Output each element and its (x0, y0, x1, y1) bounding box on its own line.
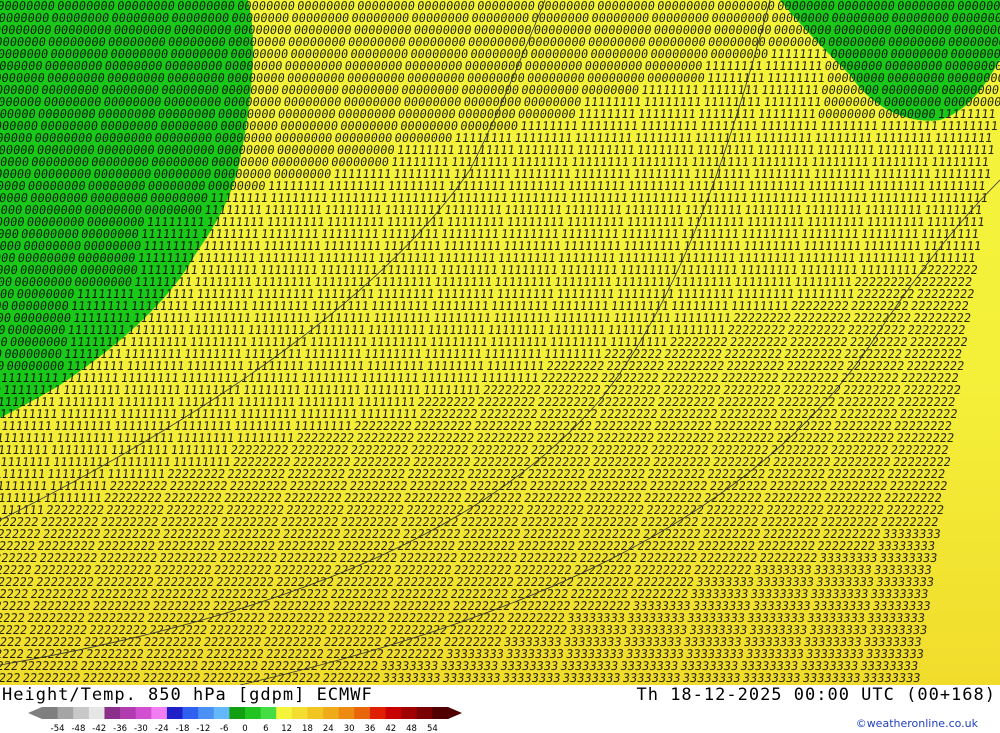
source-credit[interactable]: ©weatheronline.co.uk (856, 717, 978, 730)
colorbar-cell (166, 707, 184, 719)
colorbar-cell (104, 707, 121, 719)
colorbar-cell (120, 707, 137, 719)
temperature-digit-row: 33333333 (622, 671, 682, 685)
colorbar-cell (88, 707, 105, 719)
colorbar-low-arrow (28, 707, 42, 719)
temperature-digit-row: 22222222 (0, 671, 21, 685)
colorbar-tick-label: -54 (51, 724, 65, 733)
temperature-digit-row: 33333333 (742, 671, 802, 685)
temperature-colorbar: -54 -48 -42 -36 -30 -24 -18 -12 -6 0 6 12 18 24 30 36 42… (28, 707, 462, 733)
colorbar-cell (151, 707, 168, 719)
colorbar-tick-label: 36 (365, 724, 376, 733)
colorbar-tick-label: 24 (323, 724, 334, 733)
colorbar-cell (323, 707, 340, 719)
forecast-timestamp: Th 18-12-2025 00:00 UTC (00+168) (636, 685, 996, 705)
colorbar-tick-label: 6 (263, 724, 268, 733)
colorbar-cell (135, 707, 152, 719)
colorbar-cell (182, 707, 199, 719)
colorbar-tick-label: -12 (196, 724, 210, 733)
temperature-digit-row: 22222222 (82, 671, 142, 685)
colorbar-tick-label: 42 (385, 724, 396, 733)
colorbar-tick-label: -48 (71, 724, 85, 733)
colorbar-tick-label: 18 (302, 724, 313, 733)
colorbar-cell (401, 707, 418, 719)
colorbar-cell (307, 707, 324, 719)
colorbar-ticks: -54 -48 -42 -36 -30 -24 -18 -12 -6 0 6 12 18 24 30 36 42… (51, 724, 438, 733)
weather-map-frame: 00000000 00000000 00000000 00000000 00000000… (0, 0, 1000, 733)
temperature-digit-row: 22222222 (22, 671, 82, 685)
temperature-digit-row: 33333333 (562, 671, 622, 685)
colorbar-tick-label: 0 (242, 724, 247, 733)
colorbar-cell (291, 707, 308, 719)
temperature-digit-row: 33333333 (502, 671, 562, 685)
colorbar-cell (369, 707, 387, 719)
map-title: Height/Temp. 850 hPa [gdpm] ECMWF (2, 685, 373, 705)
colorbar-cell (73, 707, 90, 719)
colorbar-cell (245, 707, 262, 719)
temperature-digit-row: 22222222 (142, 671, 202, 685)
colorbar-tick-label: 54 (427, 724, 438, 733)
colorbar-cell (276, 707, 293, 719)
colorbar-cell (57, 707, 74, 719)
colorbar-tick-label: -42 (92, 724, 106, 733)
colorbar-cells (28, 707, 462, 719)
temperature-digit-row: 33333333 (862, 671, 922, 685)
colorbar-cell (354, 707, 371, 719)
colorbar-cell (260, 707, 277, 719)
colorbar-tick-label: 30 (344, 724, 355, 733)
temperature-digit-row: 33333333 (802, 671, 862, 685)
colorbar-cell (42, 707, 59, 719)
colorbar-tick-label: -24 (155, 724, 169, 733)
colorbar-tick-label: -30 (134, 724, 148, 733)
temperature-digit-row: 33333333 (382, 671, 442, 685)
colorbar-cell (229, 707, 246, 719)
colorbar-tick-label: -6 (220, 724, 228, 733)
colorbar-tick-label: 48 (406, 724, 417, 733)
colorbar-cell (198, 707, 215, 719)
height-temp-map: 00000000 00000000 00000000 00000000 00000000… (0, 0, 1000, 685)
colorbar-high-arrow (448, 707, 462, 719)
temperature-digit-row: 22222222 (322, 671, 382, 685)
colorbar-tick-label: -18 (176, 724, 190, 733)
temperature-digit-row: 22222222 (202, 671, 262, 685)
colorbar-tick-label: -36 (113, 724, 127, 733)
temperature-digit-grid: 00000000 00000000 00000000 00000000 00000000… (0, 0, 1000, 685)
temperature-digit-row: 33333333 (682, 671, 742, 685)
temperature-digit-row: 33333333 (442, 671, 502, 685)
colorbar-cell (385, 707, 402, 719)
colorbar-cell (338, 707, 355, 719)
colorbar-cell (213, 707, 230, 719)
colorbar-cell (416, 707, 433, 719)
colorbar-tick-label: 12 (281, 724, 292, 733)
colorbar-cell (432, 707, 449, 719)
